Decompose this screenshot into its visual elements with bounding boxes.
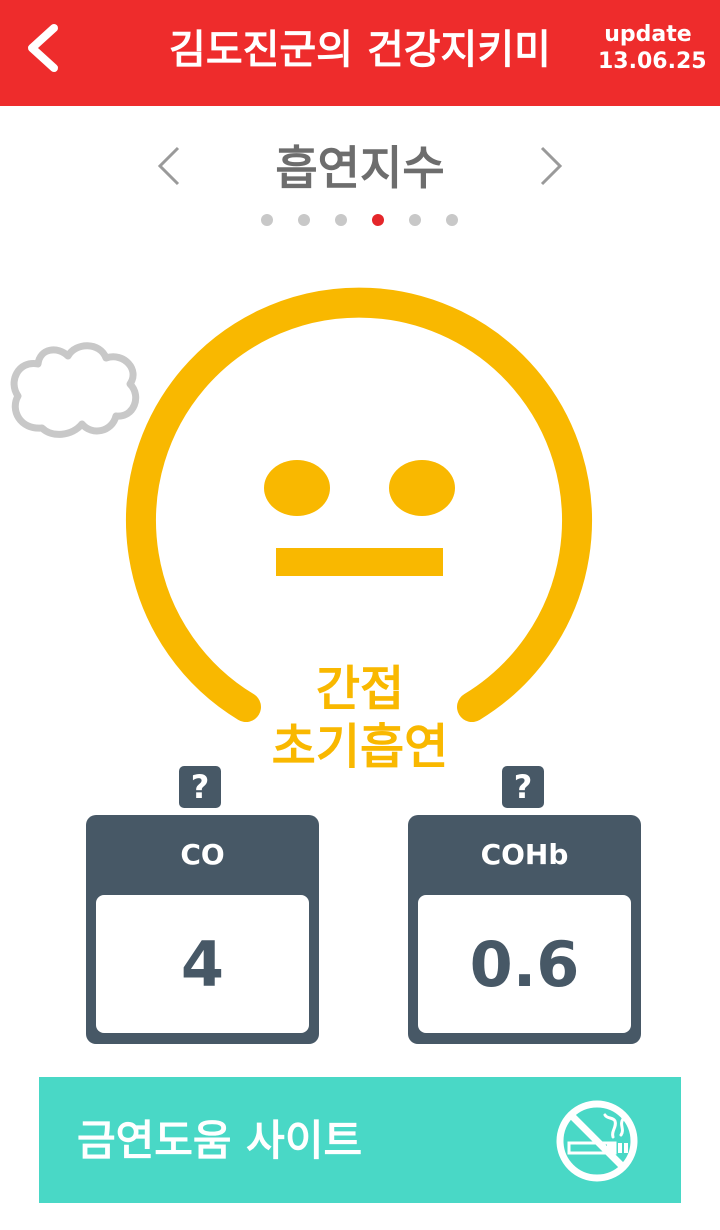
face-outline <box>126 287 592 722</box>
update-label: update <box>604 22 692 47</box>
next-section-button[interactable] <box>530 144 570 188</box>
page-indicator <box>0 214 720 230</box>
mouth <box>276 548 443 576</box>
page-dot[interactable] <box>298 214 310 226</box>
cohb-label: COHb <box>480 838 569 871</box>
section-navigator: 흡연지수 <box>0 130 720 210</box>
header-title: 김도진군의 건강지키미 <box>169 27 551 73</box>
smoke-cloud-icon <box>10 342 140 438</box>
prev-section-button[interactable] <box>150 144 190 188</box>
update-date: 13.06.25 <box>598 49 707 74</box>
app-header: 김도진군의 건강지키미 update 13.06.25 <box>0 0 720 106</box>
co-card: CO 4 <box>86 815 319 1044</box>
cohb-help-button[interactable]: ? <box>502 766 544 808</box>
co-value-box: 4 <box>96 895 309 1033</box>
page-dot[interactable] <box>261 214 273 226</box>
co-value: 4 <box>180 928 225 1001</box>
page-dot[interactable] <box>409 214 421 226</box>
cohb-card: COHb 0.6 <box>408 815 641 1044</box>
cohb-value-box: 0.6 <box>418 895 631 1033</box>
co-label: CO <box>180 838 225 871</box>
left-eye <box>264 460 330 516</box>
no-smoking-icon <box>556 1100 638 1182</box>
status-line-2: 초기흡연 <box>271 719 449 775</box>
smoking-status: 간접 초기흡연 <box>200 660 520 776</box>
chevron-left-icon <box>157 146 180 186</box>
co-help-button[interactable]: ? <box>179 766 221 808</box>
chevron-left-icon <box>28 24 58 72</box>
banner-label: 금연도움 사이트 <box>77 1116 363 1165</box>
chevron-right-icon <box>540 146 563 186</box>
page-dot[interactable] <box>446 214 458 226</box>
screen: 김도진군의 건강지키미 update 13.06.25 흡연지수 간접 초기흡연… <box>0 0 720 1230</box>
cohb-value: 0.6 <box>469 928 580 1001</box>
update-info: update 13.06.25 <box>598 22 707 76</box>
page-dot[interactable] <box>335 214 347 226</box>
page-dot-active[interactable] <box>372 214 384 226</box>
status-line-1: 간접 <box>315 661 405 717</box>
right-eye <box>389 460 455 516</box>
quit-smoking-site-button[interactable]: 금연도움 사이트 <box>39 1077 681 1203</box>
section-title: 흡연지수 <box>275 141 445 195</box>
back-button[interactable] <box>18 20 74 76</box>
